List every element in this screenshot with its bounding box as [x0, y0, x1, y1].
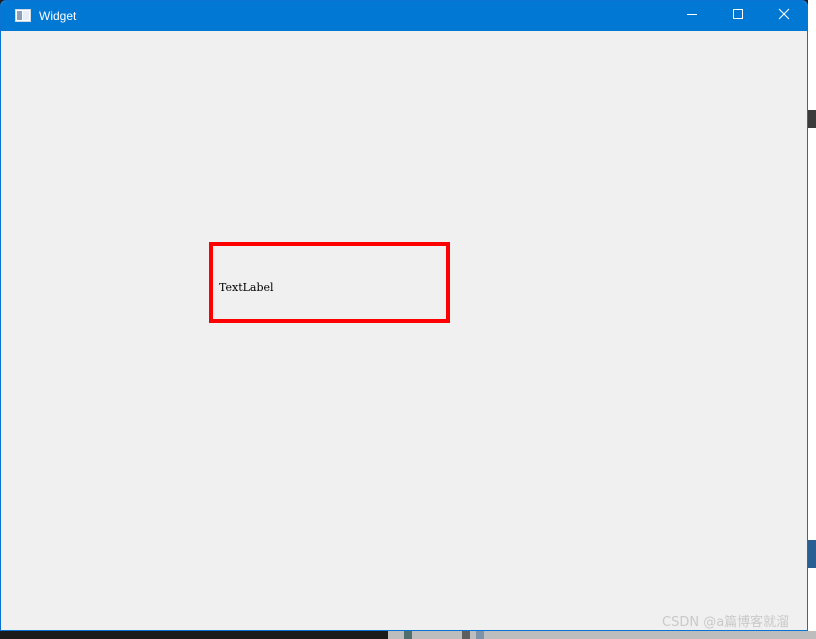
background-right-dark-block [808, 110, 816, 128]
background-bottom-light-area [388, 631, 816, 639]
background-right-blue-block [808, 540, 816, 568]
title-bar[interactable]: Widget [1, 1, 807, 31]
background-right-green-fragment [810, 255, 816, 261]
background-bottom-bar [404, 631, 412, 639]
minimize-icon [686, 7, 698, 25]
minimize-button[interactable] [669, 1, 715, 31]
maximize-icon [732, 7, 744, 25]
widget-client-area: TextLabel [1, 31, 807, 630]
widget-window: Widget TextLabel [0, 0, 808, 631]
close-icon [778, 7, 790, 25]
text-label: TextLabel [219, 281, 274, 294]
window-title: Widget [39, 9, 77, 23]
window-app-icon [15, 9, 31, 22]
background-bottom-bar [476, 631, 484, 639]
maximize-button[interactable] [715, 1, 761, 31]
background-bottom-bar [462, 631, 470, 639]
watermark: CSDN @a篇博客就溜 [662, 615, 790, 630]
close-button[interactable] [761, 1, 807, 31]
